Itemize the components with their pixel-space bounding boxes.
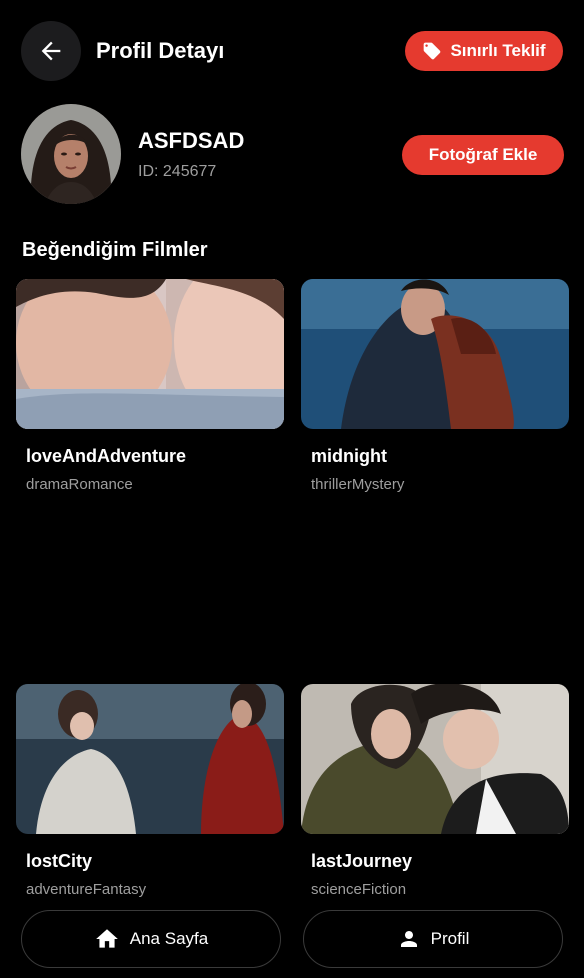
movie-genre: adventureFantasy bbox=[26, 881, 147, 898]
back-button[interactable] bbox=[21, 21, 81, 81]
movie-card[interactable]: midnight thrillerMystery bbox=[301, 279, 569, 493]
nav-profile-label: Profil bbox=[430, 929, 470, 948]
nav-home-label: Ana Sayfa bbox=[129, 929, 209, 948]
movie-genre: scienceFiction bbox=[311, 881, 407, 898]
limited-offer-button[interactable]: Sınırlı Teklif bbox=[405, 31, 563, 71]
movie-title: lostCity bbox=[26, 851, 93, 871]
avatar-image bbox=[21, 104, 121, 204]
profile-id: ID: 245677 bbox=[138, 163, 217, 180]
movie-title: midnight bbox=[311, 446, 387, 466]
add-photo-label: Fotoğraf Ekle bbox=[428, 145, 538, 164]
movie-poster bbox=[301, 684, 569, 834]
arrow-left-icon bbox=[41, 41, 61, 61]
limited-offer-label: Sınırlı Teklif bbox=[450, 41, 546, 60]
movie-poster bbox=[16, 684, 284, 834]
movie-genre: dramaRomance bbox=[26, 476, 133, 493]
movie-card[interactable]: loveAndAdventure dramaRomance bbox=[16, 279, 284, 493]
add-photo-button[interactable]: Fotoğraf Ekle bbox=[402, 135, 564, 175]
movie-title: loveAndAdventure bbox=[26, 446, 187, 466]
app-header: Profil Detayı Sınırlı Teklif bbox=[0, 0, 584, 100]
avatar bbox=[21, 104, 121, 204]
movie-title: lastJourney bbox=[311, 851, 413, 871]
profile-username: ASFDSAD bbox=[138, 128, 245, 153]
page-title: Profil Detayı bbox=[96, 38, 225, 63]
movie-poster bbox=[301, 279, 569, 429]
tag-icon bbox=[424, 42, 441, 60]
home-icon bbox=[95, 929, 118, 948]
person-icon bbox=[400, 931, 417, 947]
nav-home-button[interactable]: Ana Sayfa bbox=[21, 910, 281, 968]
movie-poster bbox=[16, 279, 284, 429]
movie-card[interactable]: lostCity adventureFantasy bbox=[16, 684, 284, 898]
movie-card[interactable]: lastJourney scienceFiction bbox=[301, 684, 569, 898]
movie-genre: thrillerMystery bbox=[311, 476, 405, 493]
nav-profile-button[interactable]: Profil bbox=[303, 910, 563, 968]
favorites-title: Beğendiğim Filmler bbox=[22, 239, 208, 261]
